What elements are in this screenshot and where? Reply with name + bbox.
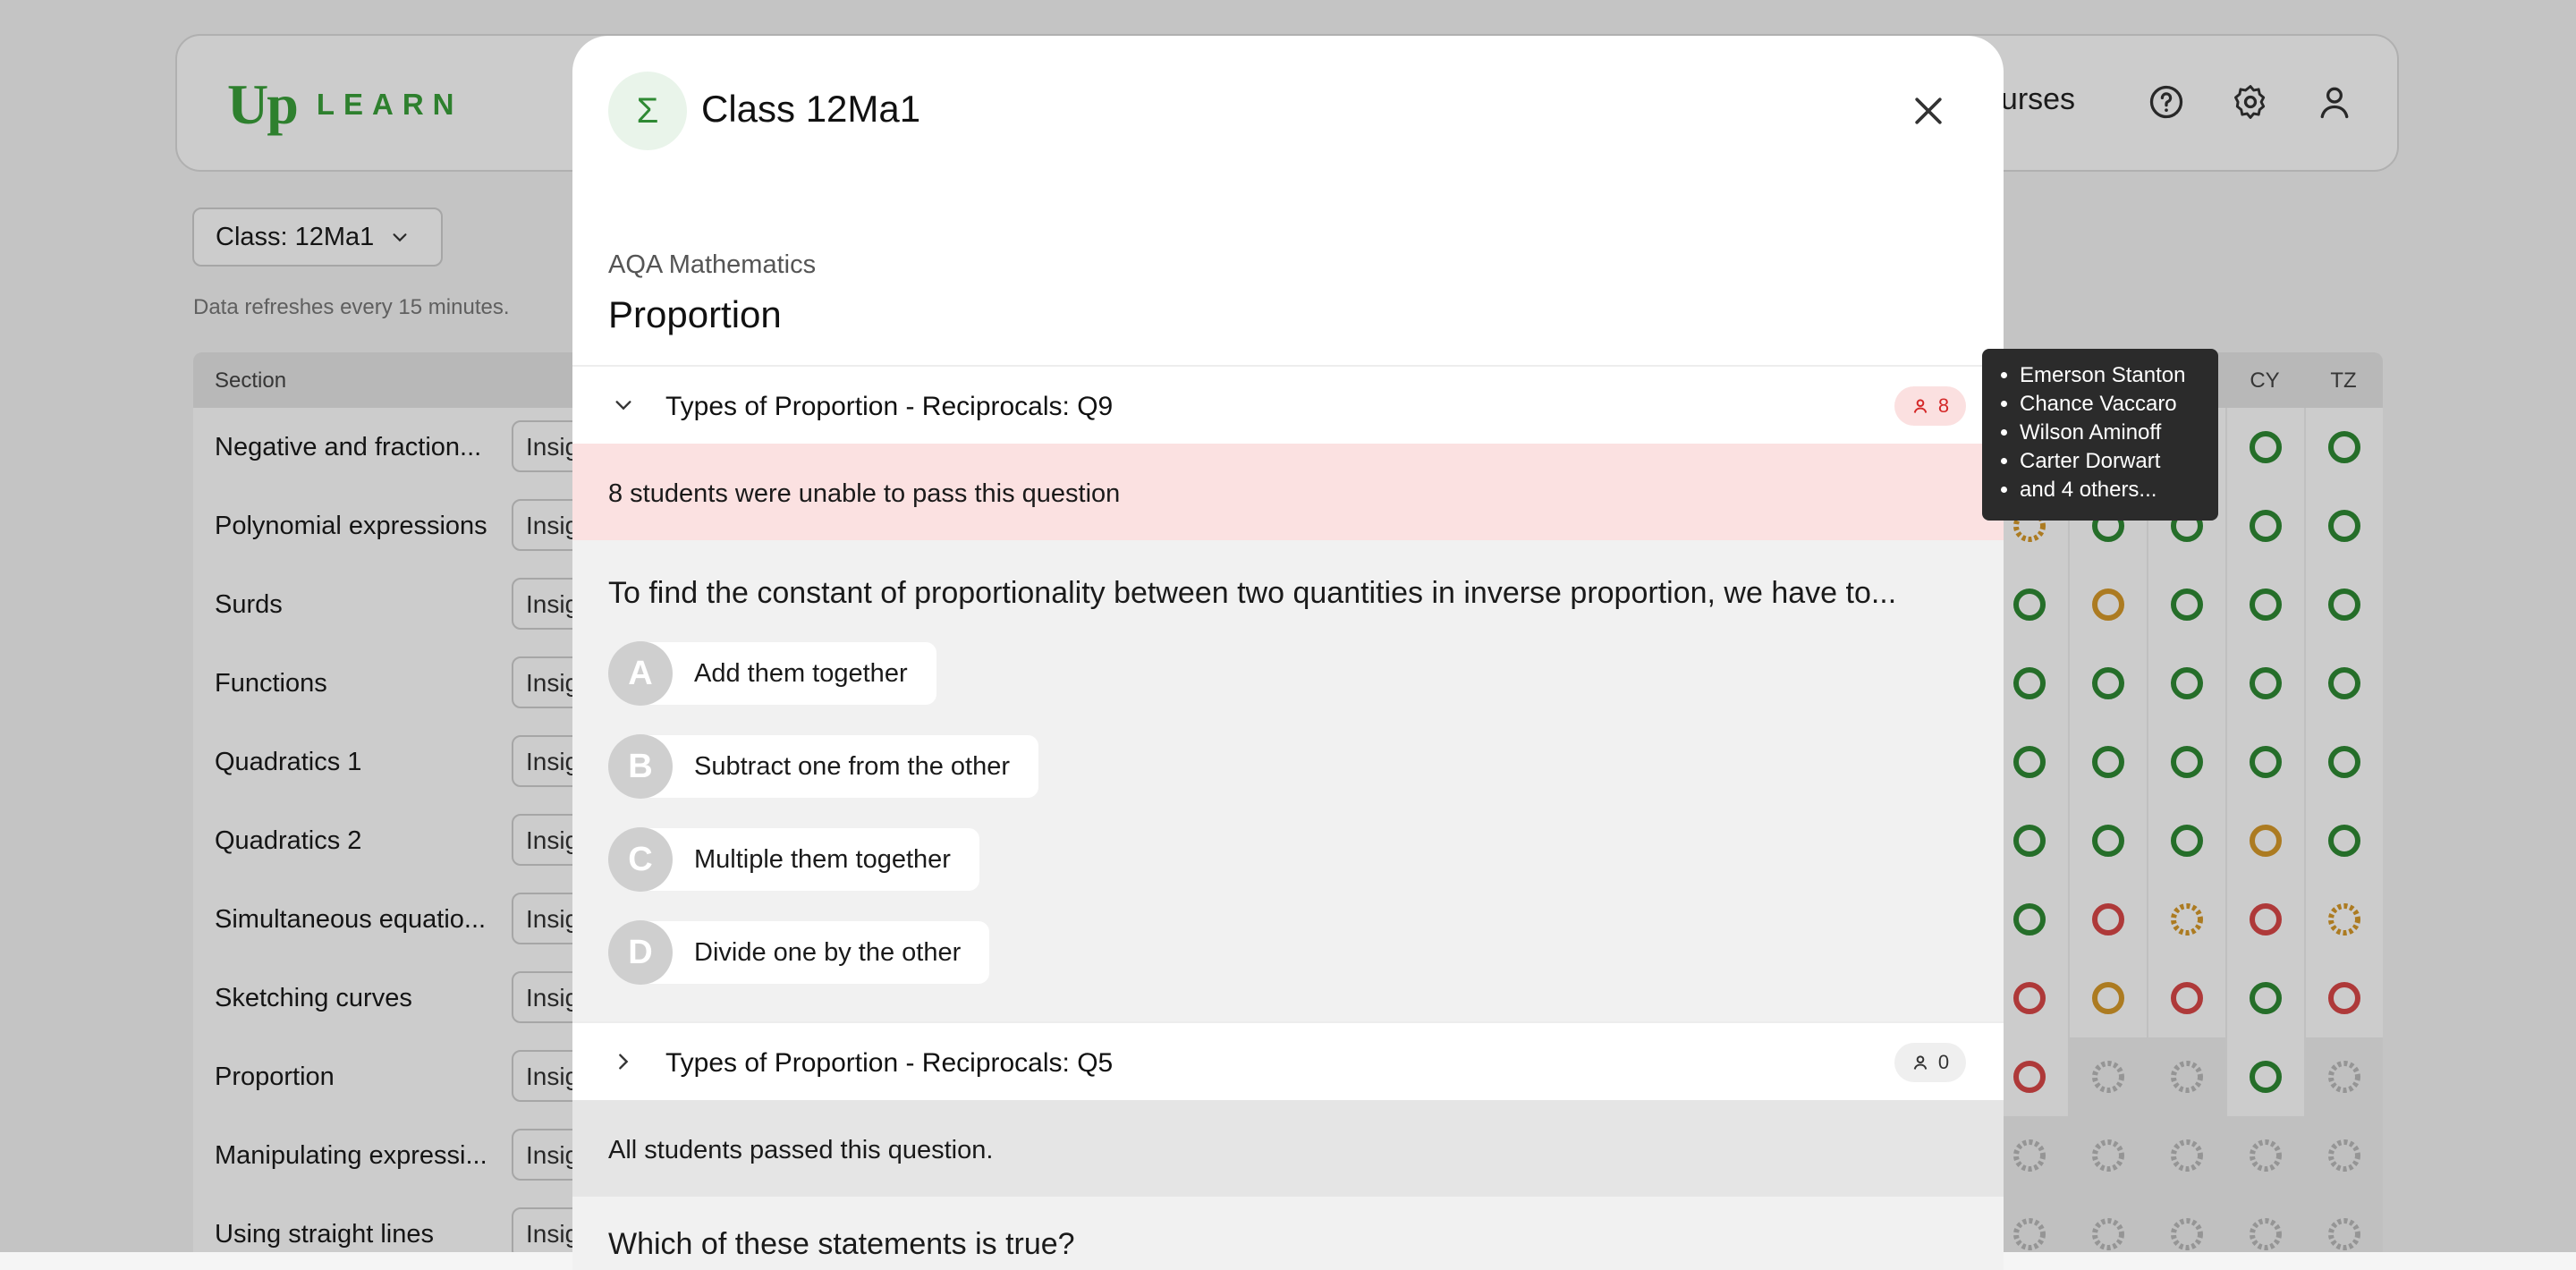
option-text: Multiple them together xyxy=(640,828,979,891)
question-body-q5: Which of these statements is true? xyxy=(572,1197,2004,1270)
option-letter: C xyxy=(608,827,673,892)
option-letter: A xyxy=(608,641,673,706)
question-title: Types of Proportion - Reciprocals: Q5 xyxy=(665,1048,1114,1078)
option-text: Divide one by the other xyxy=(640,921,990,984)
fail-banner: 8 students were unable to pass this ques… xyxy=(572,444,2004,540)
question-body-q9: To find the constant of proportionality … xyxy=(572,540,2004,1021)
failed-students-tooltip: Emerson Stanton Chance Vaccaro Wilson Am… xyxy=(1982,349,2218,521)
answer-option-b: B Subtract one from the other xyxy=(608,734,1039,799)
course-name: AQA Mathematics xyxy=(608,250,817,279)
question-prompt: To find the constant of proportionality … xyxy=(608,576,1897,610)
tooltip-student: Emerson Stanton xyxy=(2020,361,2204,390)
tooltip-student: Carter Dorwart xyxy=(2020,447,2204,476)
answer-option-c: C Multiple them together xyxy=(608,827,979,892)
chevron-right-icon xyxy=(619,1054,629,1070)
failed-count: 0 xyxy=(1937,1051,1950,1073)
option-letter: B xyxy=(608,734,673,799)
failed-students-badge[interactable]: 0 xyxy=(1894,1043,1966,1082)
option-letter: D xyxy=(608,920,673,985)
tooltip-more: and 4 others... xyxy=(2020,476,2204,504)
failed-students-badge[interactable]: 8 xyxy=(1894,386,1966,426)
close-icon[interactable] xyxy=(1909,91,1948,131)
tooltip-student: Wilson Aminoff xyxy=(2020,419,2204,447)
question-prompt: Which of these statements is true? xyxy=(608,1227,1075,1261)
failed-count: 8 xyxy=(1937,394,1950,417)
option-text: Add them together xyxy=(640,642,936,705)
class-question-modal: Σ Class 12Ma1 AQA Mathematics Proportion… xyxy=(572,36,2004,1270)
pass-banner: All students passed this question. xyxy=(572,1100,2004,1197)
option-text: Subtract one from the other xyxy=(640,735,1039,798)
modal-title: Class 12Ma1 xyxy=(701,88,921,130)
question-header-q9[interactable]: Types of Proportion - Reciprocals: Q9 8 xyxy=(572,365,2004,444)
topic-title: Proportion xyxy=(608,293,782,335)
question-header-q5[interactable]: Types of Proportion - Reciprocals: Q5 0 xyxy=(572,1021,2004,1100)
answer-option-d: D Divide one by the other xyxy=(608,920,990,985)
chevron-down-icon xyxy=(615,401,631,411)
user-icon xyxy=(1913,399,1928,413)
question-title: Types of Proportion - Reciprocals: Q9 xyxy=(665,392,1114,421)
tooltip-student: Chance Vaccaro xyxy=(2020,390,2204,419)
answer-option-a: A Add them together xyxy=(608,641,936,706)
user-icon xyxy=(1913,1055,1928,1070)
sigma-icon: Σ xyxy=(608,72,687,150)
